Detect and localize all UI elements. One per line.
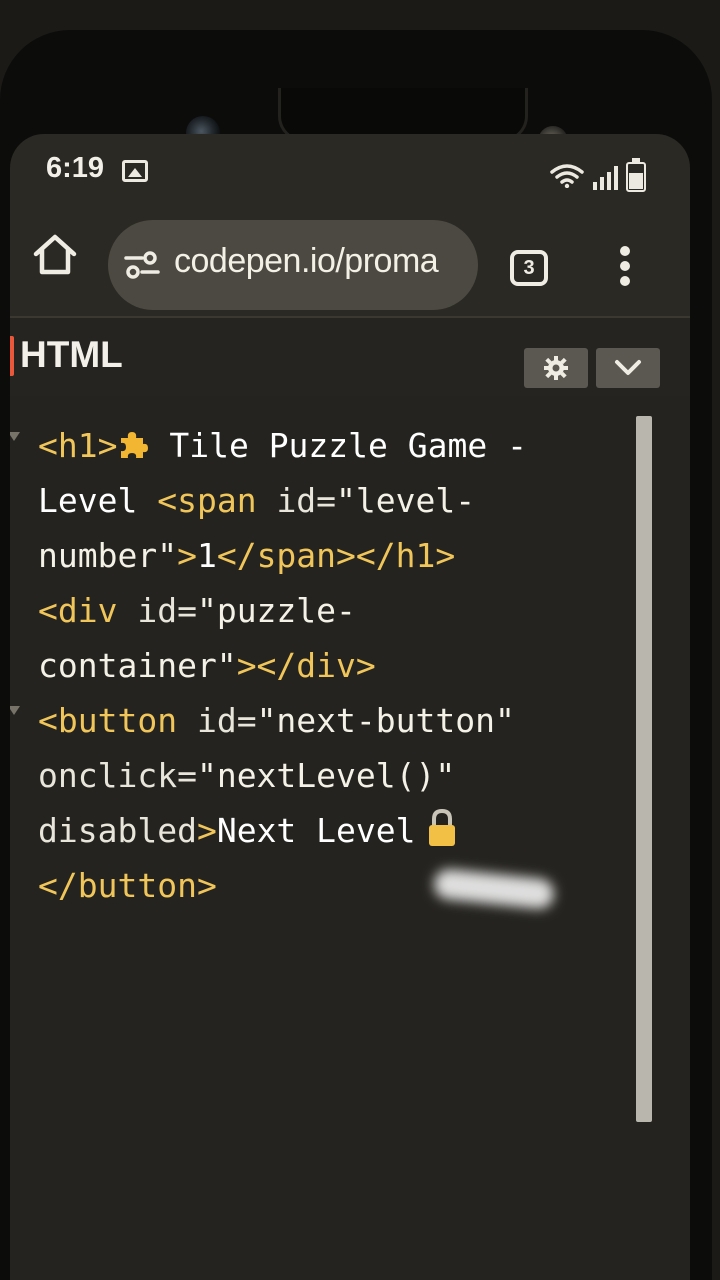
status-time: 6:19 <box>46 152 105 184</box>
wifi-icon <box>550 164 584 188</box>
url-text[interactable]: codepen.io/proma <box>174 242 439 281</box>
signal-icon <box>593 166 618 190</box>
code-token: <button <box>38 701 197 740</box>
home-icon[interactable] <box>32 232 78 276</box>
phone-screen: 6:19 codepen.io/proma 3 HTML <h1> Tile P… <box>10 134 690 1280</box>
fold-marker-icon[interactable] <box>10 706 20 715</box>
code-line[interactable]: container"></div> <box>38 638 638 693</box>
image-notification-icon <box>122 160 148 182</box>
editor-accent-bar <box>10 336 14 376</box>
code-token: "nextLevel()" <box>196 756 456 795</box>
address-bar[interactable]: codepen.io/proma <box>108 220 478 310</box>
puzzle-piece-icon <box>121 432 149 458</box>
code-token: <div <box>38 591 138 630</box>
code-token: container" <box>38 646 237 685</box>
code-token: Next Level <box>216 811 416 850</box>
code-line[interactable]: number">1</span></h1> <box>38 528 638 583</box>
status-bar: 6:19 <box>10 134 690 204</box>
code-token: ></div> <box>236 646 376 685</box>
battery-icon <box>626 158 646 192</box>
code-editor[interactable]: <h1> Tile Puzzle Game - Level <span id="l… <box>10 396 690 1280</box>
code-token: "puzzle- <box>196 591 356 630</box>
editor-header: HTML <box>10 316 690 396</box>
code-token: > <box>177 536 197 575</box>
fold-marker-icon[interactable] <box>10 432 20 441</box>
code-token: id= <box>276 481 337 520</box>
editor-title: HTML <box>20 334 123 375</box>
code-token: </span></h1> <box>216 536 456 575</box>
code-content[interactable]: <h1> Tile Puzzle Game - Level <span id="l… <box>38 418 638 913</box>
gear-icon <box>544 356 568 380</box>
code-line[interactable]: onclick="nextLevel()" <box>38 748 638 803</box>
code-token: id= <box>196 701 257 740</box>
code-line[interactable]: <div id="puzzle- <box>38 583 638 638</box>
editor-collapse-button[interactable] <box>596 348 660 388</box>
code-token: 1 <box>196 536 217 575</box>
lock-icon <box>428 808 455 846</box>
code-token: </button> <box>38 866 217 905</box>
code-token: id= <box>137 591 197 630</box>
code-token: > <box>196 811 217 850</box>
site-settings-icon[interactable] <box>124 250 160 280</box>
editor-scrollbar[interactable] <box>636 416 652 1122</box>
code-token: <span <box>157 481 277 520</box>
code-line[interactable]: <h1> Tile Puzzle Game - <box>38 418 638 473</box>
code-token: <h1> <box>38 426 118 465</box>
editor-settings-button[interactable] <box>524 348 588 388</box>
code-token: "next-button" <box>256 701 515 740</box>
chevron-down-icon <box>615 360 641 375</box>
code-token: Level <box>38 481 158 520</box>
overflow-menu-icon[interactable] <box>620 246 632 292</box>
tab-switcher-button[interactable]: 3 <box>510 250 548 286</box>
code-token: "level- <box>336 481 476 520</box>
code-line[interactable]: Level <span id="level- <box>38 473 638 528</box>
code-token: number" <box>38 536 178 575</box>
browser-toolbar: codepen.io/proma 3 <box>10 204 690 314</box>
code-token: onclick= <box>38 756 197 795</box>
code-line[interactable]: disabled>Next Level <box>38 803 638 858</box>
code-line[interactable]: <button id="next-button" <box>38 693 638 748</box>
code-token: Tile Puzzle Game - <box>149 426 527 465</box>
code-token: disabled <box>38 811 197 850</box>
